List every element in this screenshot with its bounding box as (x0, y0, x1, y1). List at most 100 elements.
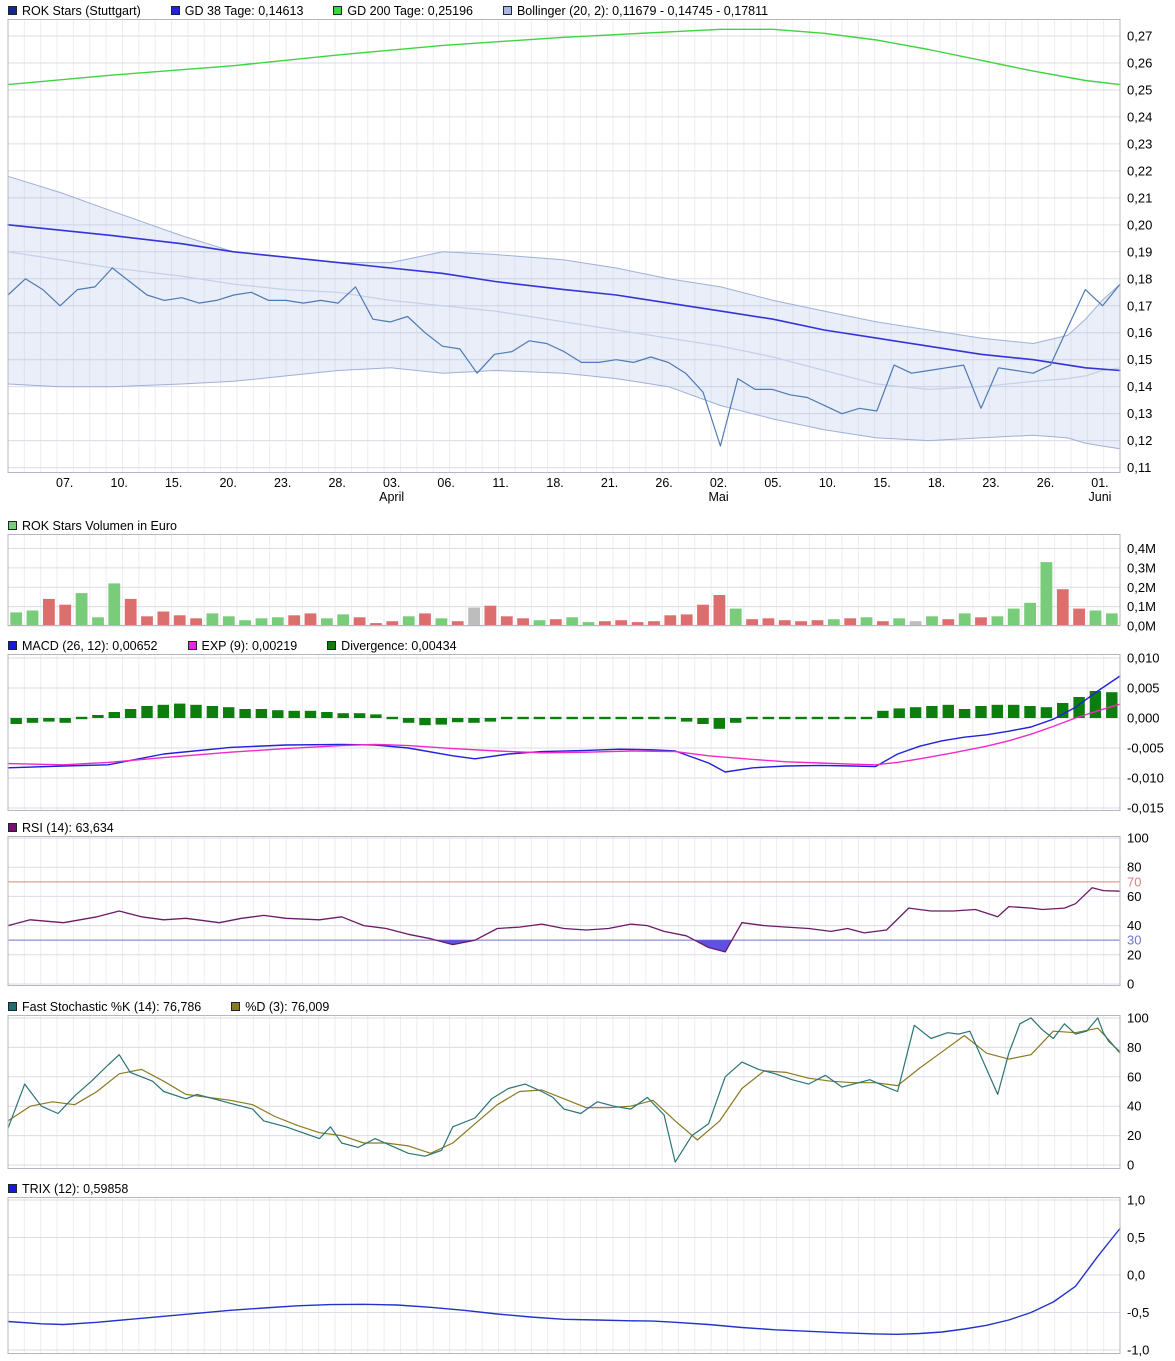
panel-price: ROK Stars (Stuttgart) GD 38 Tage: 0,14613… (0, 2, 1175, 505)
svg-text:0,3M: 0,3M (1127, 560, 1156, 575)
legend-item: GD 38 Tage: 0,14613 (171, 4, 304, 18)
legend-label: TRIX (12): 0,59858 (22, 1182, 128, 1196)
panel-stochastic: Fast Stochastic %K (14): 76,786 %D (3): 7… (0, 998, 1175, 1169)
legend-swatch-icon (8, 1002, 17, 1011)
legend-label: EXP (9): 0,00219 (202, 639, 298, 653)
svg-text:-0,5: -0,5 (1127, 1305, 1149, 1320)
svg-text:30: 30 (1127, 933, 1141, 948)
svg-text:0,5: 0,5 (1127, 1230, 1145, 1245)
trix-chart: 1,00,50,0-0,5-1,0 (0, 1197, 1175, 1354)
legend-item: ROK Stars Volumen in Euro (8, 519, 177, 533)
svg-text:18.: 18. (546, 476, 563, 490)
svg-text:26.: 26. (655, 476, 672, 490)
svg-text:0,005: 0,005 (1127, 681, 1160, 696)
legend-label: Bollinger (20, 2): 0,11679 - 0,14745 - 0… (517, 4, 768, 18)
svg-text:1,0: 1,0 (1127, 1193, 1145, 1208)
legend-swatch-icon (8, 641, 17, 650)
legend-macd: MACD (26, 12): 0,00652 EXP (9): 0,00219 Di… (0, 637, 1175, 654)
svg-text:0: 0 (1127, 1158, 1134, 1173)
legend-label: Fast Stochastic %K (14): 76,786 (22, 1000, 201, 1014)
legend-item: TRIX (12): 0,59858 (8, 1182, 128, 1196)
svg-text:18.: 18. (928, 476, 945, 490)
legend-price: ROK Stars (Stuttgart) GD 38 Tage: 0,14613… (0, 2, 1175, 19)
legend-label: ROK Stars Volumen in Euro (22, 519, 177, 533)
svg-text:26.: 26. (1037, 476, 1054, 490)
legend-item: GD 200 Tage: 0,25196 (333, 4, 473, 18)
svg-text:40: 40 (1127, 918, 1141, 933)
legend-swatch-icon (333, 6, 342, 15)
svg-text:20: 20 (1127, 1128, 1141, 1143)
svg-text:20: 20 (1127, 947, 1141, 962)
svg-text:0,2M: 0,2M (1127, 580, 1156, 595)
legend-swatch-icon (503, 6, 512, 15)
svg-text:-1,0: -1,0 (1127, 1343, 1149, 1358)
svg-text:0: 0 (1127, 976, 1134, 991)
legend-trix: TRIX (12): 0,59858 (0, 1180, 1175, 1197)
svg-text:06.: 06. (437, 476, 454, 490)
svg-text:0,4M: 0,4M (1127, 541, 1156, 556)
svg-text:20.: 20. (219, 476, 236, 490)
macd-chart: 0,0100,0050,000-0,005-0,010-0,015 (0, 654, 1175, 811)
svg-text:10.: 10. (819, 476, 836, 490)
svg-text:0,0: 0,0 (1127, 1268, 1145, 1283)
legend-volume: ROK Stars Volumen in Euro (0, 517, 1175, 534)
legend-swatch-icon (188, 641, 197, 650)
legend-label: %D (3): 76,009 (245, 1000, 329, 1014)
legend-label: ROK Stars (Stuttgart) (22, 4, 141, 18)
svg-text:100: 100 (1127, 831, 1149, 846)
legend-rsi: RSI (14): 63,634 (0, 819, 1175, 836)
panel-volume: ROK Stars Volumen in Euro 0,4M 0,3M 0,2M 0,… (0, 517, 1175, 628)
svg-text:0,14: 0,14 (1127, 379, 1152, 394)
legend-swatch-icon (8, 1184, 17, 1193)
svg-text:0,13: 0,13 (1127, 406, 1152, 421)
svg-text:05.: 05. (764, 476, 781, 490)
svg-text:60: 60 (1127, 1069, 1141, 1084)
svg-text:0,1M: 0,1M (1127, 599, 1156, 614)
legend-swatch-icon (8, 823, 17, 832)
svg-text:03.: 03. (383, 476, 400, 490)
svg-text:23.: 23. (982, 476, 999, 490)
svg-text:0,15: 0,15 (1127, 352, 1152, 367)
svg-text:-0,010: -0,010 (1127, 771, 1164, 786)
legend-item: Fast Stochastic %K (14): 76,786 (8, 1000, 201, 1014)
svg-text:April: April (379, 490, 404, 504)
panel-rsi: RSI (14): 63,634 1008070604030200 (0, 819, 1175, 986)
legend-item: EXP (9): 0,00219 (188, 639, 298, 653)
legend-item: MACD (26, 12): 0,00652 (8, 639, 158, 653)
svg-text:0,17: 0,17 (1127, 298, 1152, 313)
svg-text:0,19: 0,19 (1127, 244, 1152, 259)
legend-item: Divergence: 0,00434 (327, 639, 456, 653)
legend-swatch-icon (8, 6, 17, 15)
svg-text:23.: 23. (274, 476, 291, 490)
svg-text:60: 60 (1127, 889, 1141, 904)
svg-text:-0,015: -0,015 (1127, 801, 1164, 816)
legend-label: RSI (14): 63,634 (22, 821, 114, 835)
svg-text:0,25: 0,25 (1127, 82, 1152, 97)
svg-text:11.: 11. (492, 476, 508, 490)
svg-text:0,16: 0,16 (1127, 325, 1152, 340)
svg-text:0,27: 0,27 (1127, 28, 1152, 43)
svg-text:80: 80 (1127, 1040, 1141, 1055)
svg-text:21.: 21. (601, 476, 618, 490)
legend-item: ROK Stars (Stuttgart) (8, 4, 141, 18)
price-chart: 0,270,260,250,240,230,220,210,200,190,18… (0, 19, 1175, 505)
svg-text:40: 40 (1127, 1099, 1141, 1114)
svg-text:0,26: 0,26 (1127, 55, 1152, 70)
legend-label: MACD (26, 12): 0,00652 (22, 639, 158, 653)
svg-text:0,20: 0,20 (1127, 217, 1152, 232)
stock-chart-page: ROK Stars (Stuttgart) GD 38 Tage: 0,14613… (0, 2, 1175, 1354)
svg-text:28.: 28. (328, 476, 345, 490)
svg-text:0,0M: 0,0M (1127, 619, 1156, 634)
legend-swatch-icon (327, 641, 336, 650)
svg-text:-0,005: -0,005 (1127, 741, 1164, 756)
stochastic-chart: 100806040200 (0, 1015, 1175, 1169)
svg-text:07.: 07. (56, 476, 73, 490)
legend-label: Divergence: 0,00434 (341, 639, 456, 653)
svg-text:0,000: 0,000 (1127, 711, 1160, 726)
svg-text:15.: 15. (165, 476, 182, 490)
svg-text:10.: 10. (111, 476, 128, 490)
legend-swatch-icon (8, 521, 17, 530)
svg-text:0,010: 0,010 (1127, 651, 1160, 666)
svg-text:Juni: Juni (1089, 490, 1112, 504)
legend-stochastic: Fast Stochastic %K (14): 76,786 %D (3): 7… (0, 998, 1175, 1015)
